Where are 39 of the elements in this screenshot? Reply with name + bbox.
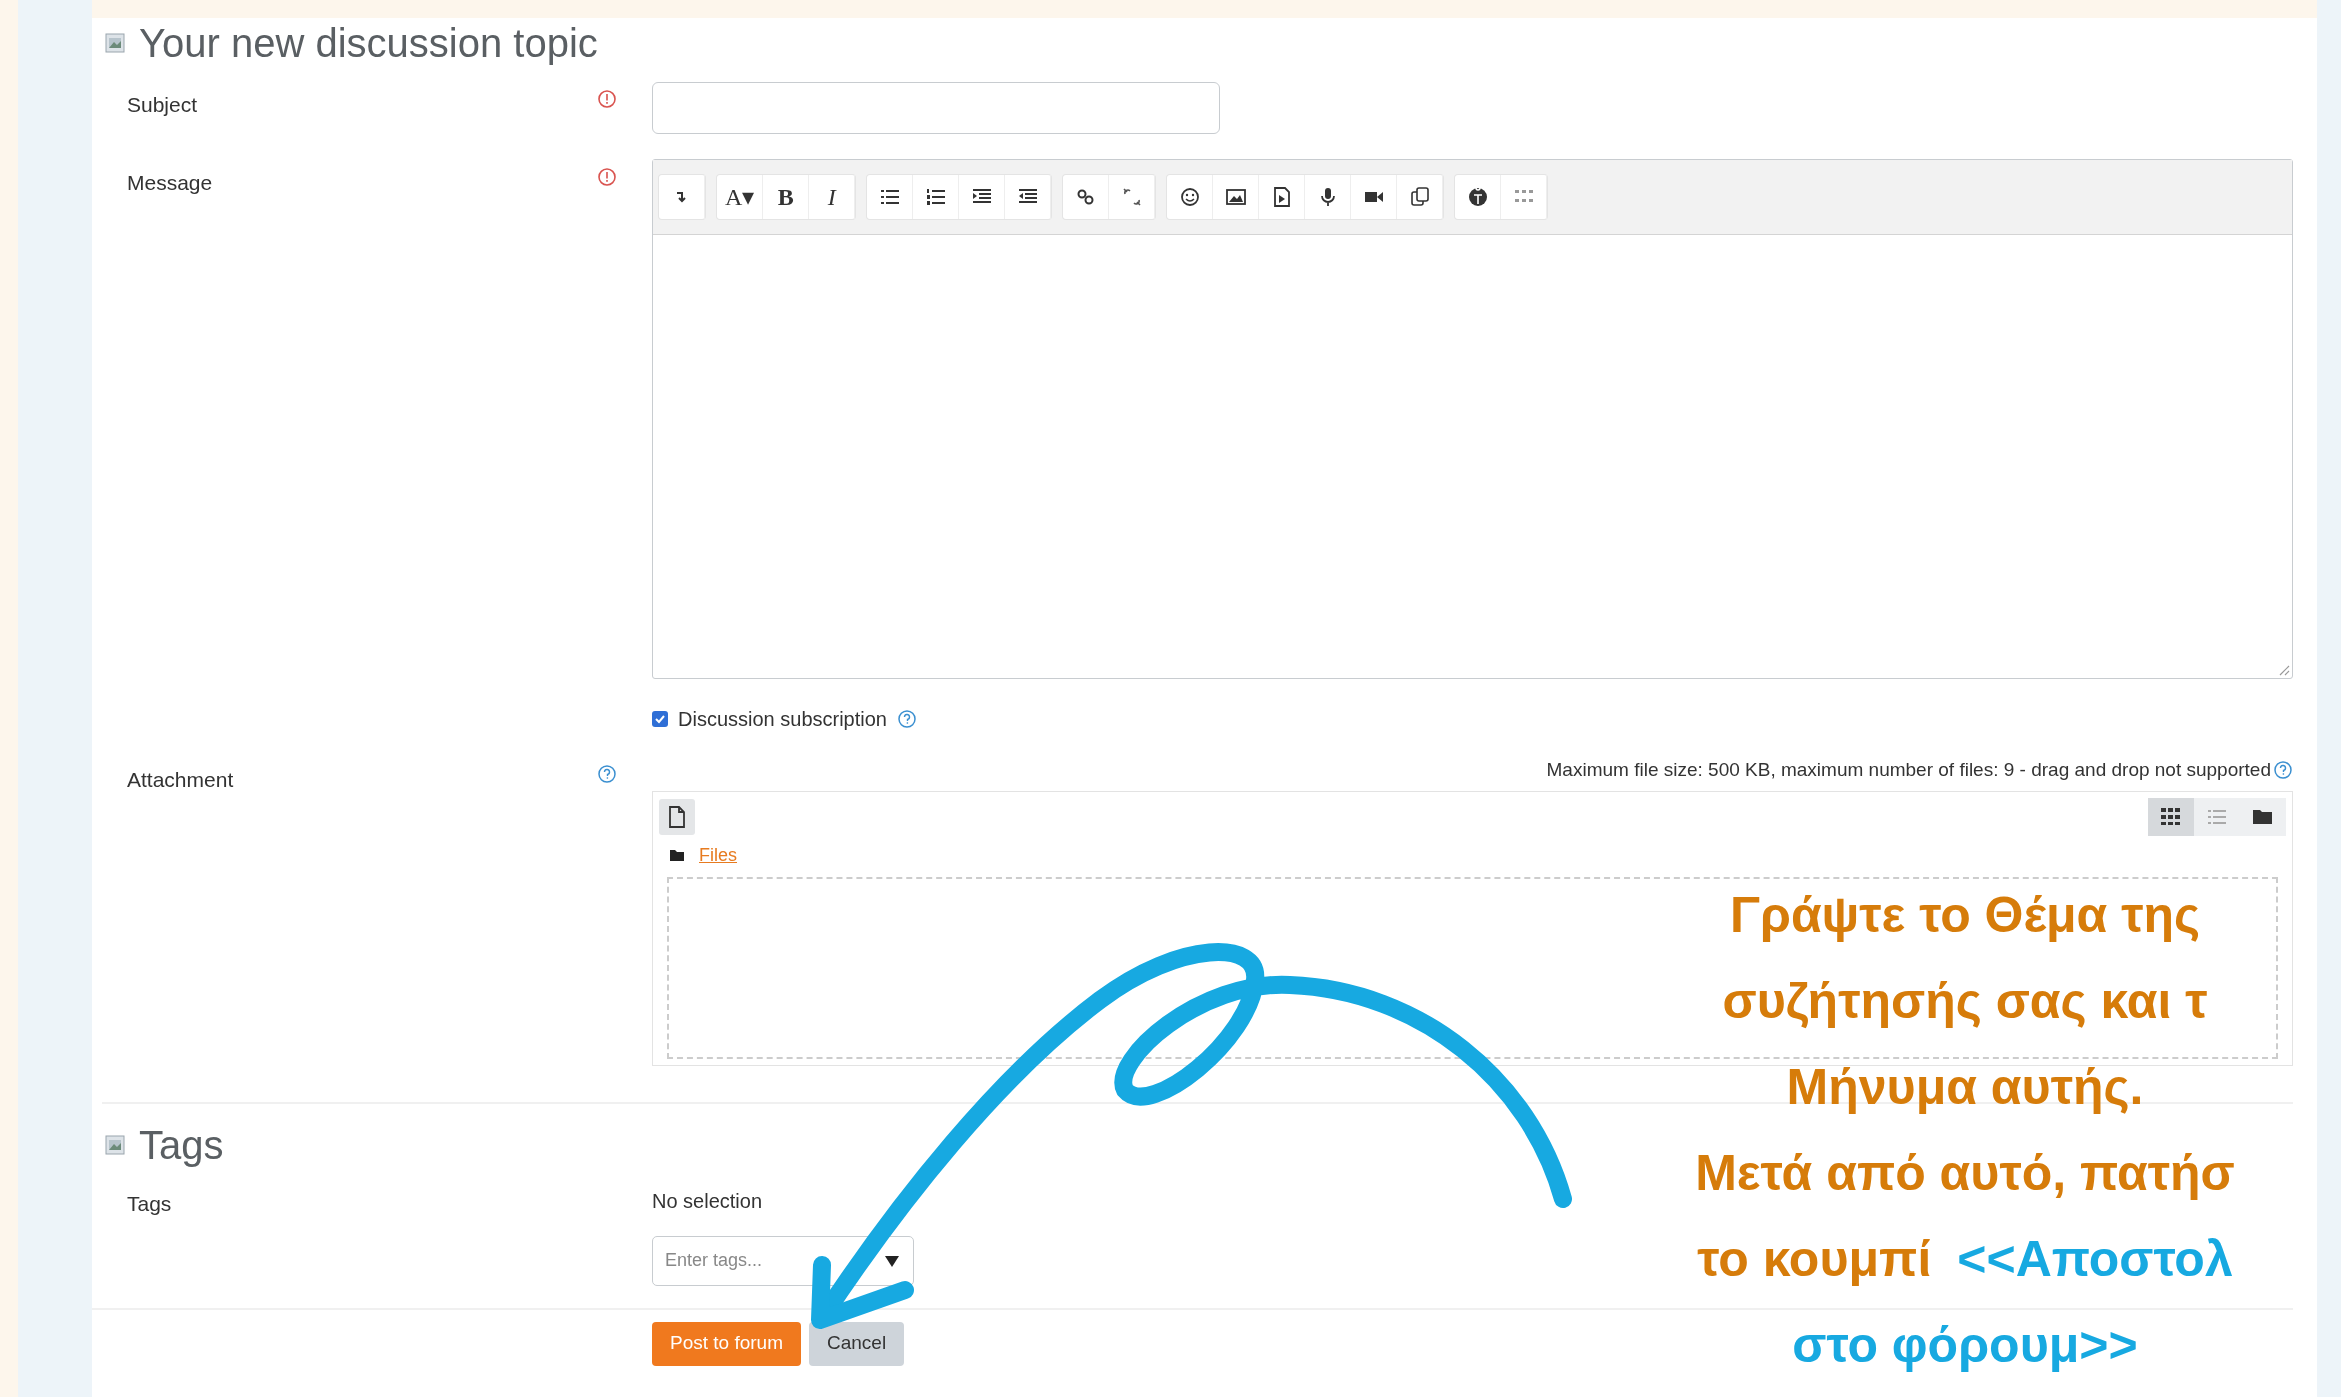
field-label: Attachment <box>127 768 234 791</box>
cancel-button[interactable]: Cancel <box>809 1321 905 1366</box>
resize-handle-icon[interactable] <box>2278 664 2290 676</box>
folder-icon <box>669 848 685 862</box>
section-heading[interactable]: Tags <box>139 1120 224 1169</box>
check-icon <box>654 713 666 725</box>
annotation-text: Γράψτε το Θέμα της <box>1729 886 2201 945</box>
annotation-text: το κουμπί <box>1697 1230 1932 1289</box>
field-label: Tags <box>127 1191 172 1215</box>
annotation-text: <<Αποστολ <box>1957 1230 2233 1289</box>
field-label: Message <box>127 171 213 194</box>
italic-button[interactable]: I <box>809 175 856 219</box>
document-icon <box>668 805 686 828</box>
annotation-text: στο φόρουμ>> <box>1792 1316 2138 1375</box>
file-drop-area[interactable] <box>667 876 2278 1059</box>
file-limits-text: Maximum file size: 500 KB, maximum number of files: 9 - drag and drop not supported <box>1546 758 2271 782</box>
rich-text-editor[interactable]: A▾ B I <box>652 159 2293 679</box>
bold-button[interactable]: B <box>763 175 810 219</box>
selection-status: No selection <box>652 1188 763 1214</box>
help-icon[interactable] <box>2273 760 2293 781</box>
field-label: Subject <box>127 93 198 116</box>
add-file-button[interactable] <box>659 798 695 835</box>
section-heading[interactable]: Your new discussion topic <box>139 19 598 67</box>
tags-input-field[interactable]: Enter tags... <box>652 1235 914 1286</box>
view-toggle[interactable] <box>2240 797 2286 836</box>
view-toggle[interactable] <box>2148 797 2194 836</box>
help-icon[interactable] <box>597 764 617 784</box>
text-input-field[interactable] <box>652 82 1220 134</box>
font-size-button[interactable]: A▾ <box>717 175 764 219</box>
annotation-text: συζήτησής σας και τ <box>1722 972 2208 1031</box>
collapse-icon[interactable] <box>105 1134 125 1155</box>
dropdown-caret-icon[interactable] <box>884 1253 900 1268</box>
view-toggle[interactable] <box>2194 797 2240 836</box>
checkbox-label[interactable]: Discussion subscription <box>678 704 887 734</box>
annotation-text: Μετά από αυτό, πατήσ <box>1695 1144 2235 1203</box>
help-icon[interactable] <box>897 709 917 729</box>
annotation-text: Μήνυμα αυτής. <box>1786 1058 2144 1117</box>
checkbox[interactable] <box>652 711 668 727</box>
collapse-icon[interactable] <box>105 33 125 53</box>
